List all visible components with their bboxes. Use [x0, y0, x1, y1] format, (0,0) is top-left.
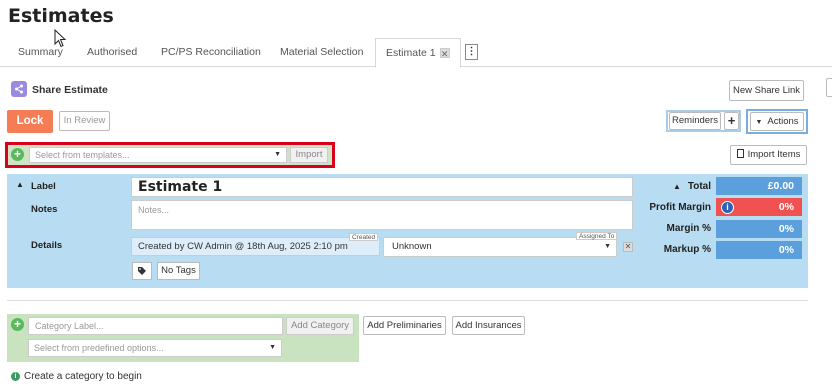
- tab-material-selection[interactable]: Material Selection: [280, 38, 363, 67]
- import-items-label: Import Items: [747, 149, 801, 160]
- assigned-to-select[interactable]: Unknown ▼: [383, 237, 617, 257]
- caret-down-icon: ▼: [274, 151, 281, 158]
- page-title: Estimates: [8, 5, 114, 27]
- import-button[interactable]: Import: [290, 147, 328, 163]
- caret-down-icon: ▼: [269, 344, 276, 351]
- details-caption: Details: [31, 240, 63, 251]
- section-divider: [7, 300, 808, 301]
- tab-summary[interactable]: Summary: [18, 38, 63, 67]
- category-label-input[interactable]: Category Label...: [28, 317, 283, 335]
- margin-pct-value: 0%: [716, 220, 802, 238]
- estimate-name-input[interactable]: Estimate 1: [131, 177, 633, 197]
- tab-bar: Summary Authorised PC/PS Reconciliation …: [0, 38, 832, 68]
- collapse-caret-icon[interactable]: ▲: [16, 180, 24, 189]
- profit-margin-label: Profit Margin: [649, 202, 711, 213]
- actions-label: Actions: [767, 116, 799, 127]
- document-icon: [736, 149, 744, 158]
- import-items-button[interactable]: Import Items: [730, 145, 807, 165]
- template-select[interactable]: Select from templates... ▼: [29, 147, 287, 163]
- created-tag: Created: [349, 233, 379, 241]
- template-select-placeholder: Select from templates...: [35, 150, 130, 160]
- assigned-to-value: Unknown: [392, 241, 432, 252]
- actions-button[interactable]: ▼ Actions: [750, 112, 804, 131]
- add-category-button[interactable]: Add Category: [286, 317, 354, 335]
- markup-pct-label: Markup %: [663, 244, 711, 255]
- share-estimate-label[interactable]: Share Estimate: [32, 84, 108, 96]
- close-tab-icon[interactable]: ✕: [439, 48, 450, 59]
- total-value: £0.00: [716, 177, 802, 195]
- tab-authorised[interactable]: Authorised: [87, 38, 137, 67]
- reminders-button[interactable]: Reminders: [669, 112, 721, 130]
- add-reminder-button[interactable]: +: [724, 112, 739, 130]
- predefined-placeholder: Select from predefined options...: [34, 343, 164, 353]
- info-icon[interactable]: i: [721, 201, 734, 214]
- markup-pct-value: 0%: [716, 241, 802, 259]
- hint-text: Create a category to begin: [24, 371, 142, 382]
- add-insurances-button[interactable]: Add Insurances: [452, 316, 525, 335]
- add-template-icon[interactable]: +: [11, 148, 24, 161]
- info-icon: i: [11, 372, 20, 381]
- tab-estimate-1[interactable]: Estimate 1 ✕: [375, 38, 461, 68]
- share-icon[interactable]: [11, 81, 27, 97]
- add-preliminaries-button[interactable]: Add Preliminaries: [363, 316, 446, 335]
- offscreen-button[interactable]: [826, 78, 832, 97]
- no-tags-button[interactable]: No Tags: [157, 262, 200, 280]
- chevron-down-icon: ▼: [755, 119, 763, 126]
- new-share-link-button[interactable]: New Share Link: [729, 80, 804, 101]
- add-category-icon[interactable]: +: [11, 318, 24, 331]
- margin-pct-label: Margin %: [666, 223, 711, 234]
- label-caption: Label: [31, 181, 56, 192]
- notes-caption: Notes: [31, 204, 58, 215]
- tab-pcps-reconciliation[interactable]: PC/PS Reconciliation: [161, 38, 261, 67]
- in-review-button[interactable]: In Review: [59, 111, 110, 131]
- caret-down-icon: ▼: [604, 243, 611, 250]
- notes-textarea[interactable]: Notes...: [131, 200, 633, 230]
- tag-icon[interactable]: [132, 262, 152, 280]
- more-tabs-button[interactable]: ⋮: [465, 44, 478, 60]
- total-label: Total: [687, 181, 711, 192]
- created-info: Created by CW Admin @ 18th Aug, 2025 2:1…: [131, 237, 380, 256]
- predefined-options-select[interactable]: Select from predefined options... ▼: [28, 339, 282, 357]
- tab-estimate-1-label: Estimate 1: [386, 47, 436, 59]
- lock-button[interactable]: Lock: [7, 110, 53, 133]
